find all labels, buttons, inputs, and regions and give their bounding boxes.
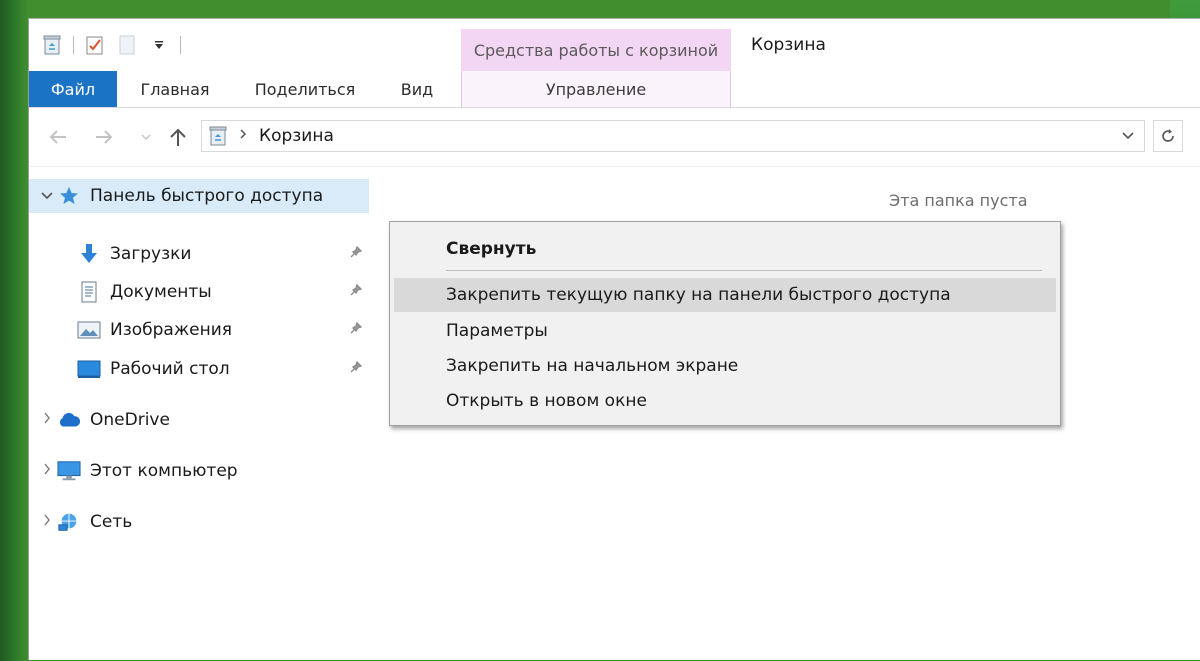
pin-icon[interactable]: [347, 283, 365, 300]
navigation-pane: Панель быстрого доступа Загрузки Докумен…: [29, 167, 389, 661]
nav-this-pc-label: Этот компьютер: [90, 461, 238, 481]
recycle-bin-icon: [207, 125, 229, 147]
window-title: Корзина: [751, 35, 826, 55]
pictures-icon: [77, 318, 101, 342]
nav-item-documents[interactable]: Документы: [77, 275, 367, 309]
star-icon: [57, 184, 81, 208]
network-icon: [57, 510, 81, 534]
nav-item-label: Загрузки: [110, 244, 192, 264]
nav-network[interactable]: Сеть: [29, 505, 132, 539]
pin-icon[interactable]: [347, 360, 365, 377]
download-icon: [77, 242, 101, 266]
breadcrumb-recycle-bin[interactable]: Корзина: [259, 126, 334, 146]
nav-quick-access-label: Панель быстрого доступа: [90, 186, 324, 206]
new-folder-icon[interactable]: [116, 34, 138, 56]
nav-item-desktop[interactable]: Рабочий стол: [77, 352, 367, 386]
expanded-chevron-icon[interactable]: [37, 189, 57, 204]
menu-item-pin-to-start[interactable]: Закрепить на начальном экране: [394, 349, 1056, 383]
recycle-bin-small-icon[interactable]: [41, 34, 63, 56]
forward-button[interactable]: [91, 124, 117, 150]
up-button[interactable]: [165, 124, 191, 150]
nav-item-downloads[interactable]: Загрузки: [77, 237, 367, 271]
cloud-icon: [57, 408, 81, 432]
menu-item-pin-to-quick-access[interactable]: Закрепить текущую папку на панели быстро…: [394, 278, 1056, 312]
pin-icon[interactable]: [347, 245, 365, 262]
nav-item-pictures[interactable]: Изображения: [77, 313, 367, 347]
properties-icon[interactable]: [84, 34, 106, 56]
breadcrumb-chevron-icon[interactable]: [239, 128, 247, 144]
nav-onedrive-label: OneDrive: [90, 410, 170, 430]
nav-onedrive[interactable]: OneDrive: [29, 403, 170, 437]
tab-home[interactable]: Главная: [129, 71, 221, 107]
nav-item-label: Изображения: [110, 320, 233, 340]
back-button[interactable]: [45, 124, 71, 150]
pin-icon[interactable]: [347, 321, 365, 338]
context-menu: Свернуть Закрепить текущую папку на пане…: [389, 221, 1061, 426]
customize-toolbar-icon[interactable]: [148, 34, 170, 56]
ribbon-tabs: Файл Главная Поделиться Вид Управление: [29, 71, 1200, 108]
collapsed-chevron-icon[interactable]: [37, 514, 57, 530]
nav-quick-access[interactable]: Панель быстрого доступа: [29, 179, 369, 213]
tab-file[interactable]: Файл: [29, 71, 117, 107]
navigation-bar: Корзина: [29, 108, 1200, 167]
tab-share[interactable]: Поделиться: [241, 71, 369, 107]
quick-access-toolbar: [41, 31, 181, 59]
refresh-icon: [1162, 129, 1174, 142]
recent-locations-chevron-icon[interactable]: [133, 124, 159, 150]
computer-icon: [57, 459, 81, 483]
explorer-window: Средства работы с корзиной Корзина Файл …: [28, 18, 1200, 660]
tab-manage[interactable]: Управление: [461, 71, 731, 107]
nav-this-pc[interactable]: Этот компьютер: [29, 454, 238, 488]
collapsed-chevron-icon[interactable]: [37, 463, 57, 479]
empty-folder-message: Эта папка пуста: [889, 191, 1028, 210]
menu-item-collapse[interactable]: Свернуть: [394, 232, 1056, 266]
menu-separator: [446, 270, 1042, 271]
desktop-icon: [77, 357, 101, 381]
nav-item-label: Рабочий стол: [110, 359, 230, 379]
address-bar[interactable]: Корзина: [201, 120, 1145, 152]
address-dropdown-icon[interactable]: [1118, 125, 1138, 147]
title-bar: Средства работы с корзиной Корзина: [29, 19, 1200, 71]
collapsed-chevron-icon[interactable]: [37, 412, 57, 428]
documents-icon: [77, 280, 101, 304]
qat-divider: [73, 36, 74, 54]
qat-divider-2: [180, 36, 181, 54]
menu-item-options[interactable]: Параметры: [394, 314, 1056, 348]
tab-view[interactable]: Вид: [387, 71, 447, 107]
menu-item-open-new-window[interactable]: Открыть в новом окне: [394, 384, 1056, 418]
refresh-button[interactable]: [1153, 120, 1183, 152]
nav-network-label: Сеть: [90, 512, 133, 532]
recycle-bin-tools-group: Средства работы с корзиной: [461, 29, 731, 71]
nav-item-label: Документы: [110, 282, 212, 302]
